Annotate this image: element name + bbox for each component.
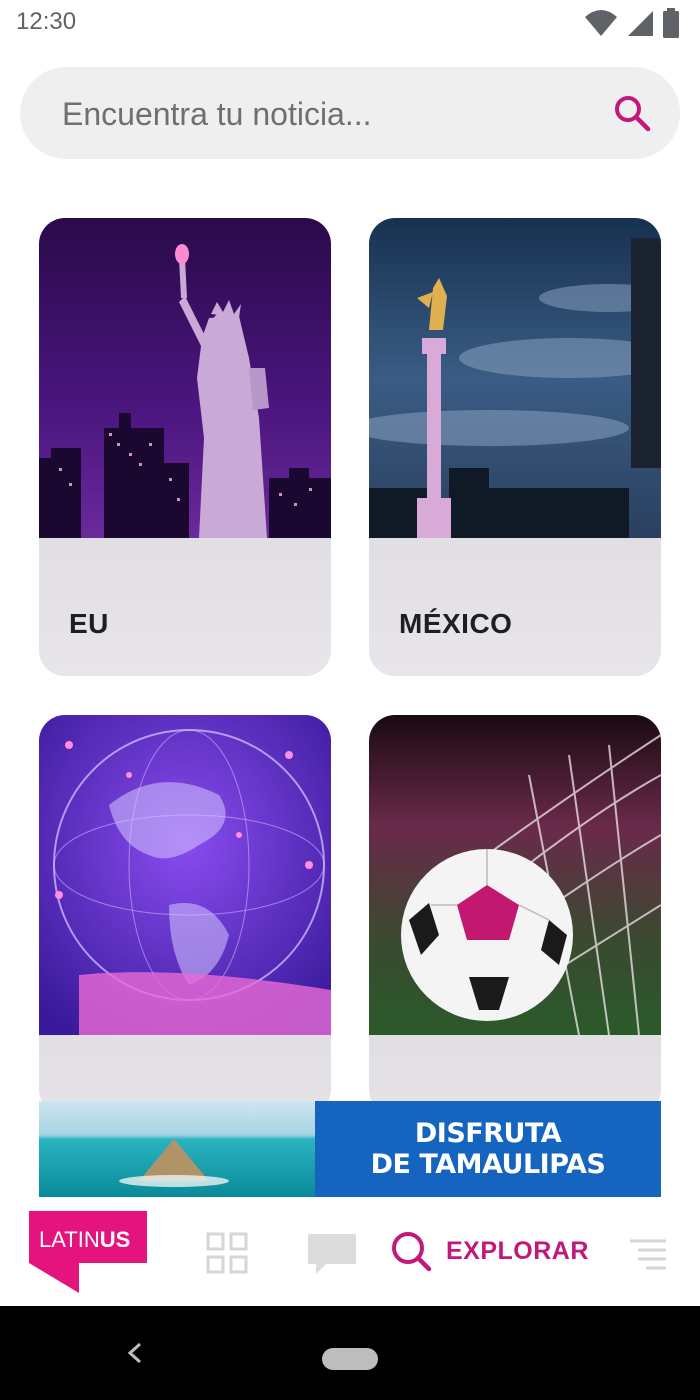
status-icons: [584, 8, 680, 38]
menu-icon[interactable]: [630, 1236, 666, 1272]
status-time: 12:30: [16, 8, 77, 35]
ad-banner[interactable]: DISFRUTA DE TAMAULIPAS: [39, 1101, 661, 1197]
back-icon[interactable]: [118, 1334, 152, 1372]
globe-image: [39, 715, 331, 1035]
latinus-logo[interactable]: LATINUS: [29, 1211, 149, 1295]
grid-icon[interactable]: [206, 1232, 248, 1274]
search-bar[interactable]: [20, 67, 680, 161]
logo-shape: LATINUS: [29, 1211, 147, 1293]
card-footer: [39, 538, 331, 676]
category-card-mexico[interactable]: MÉXICO: [369, 218, 661, 676]
ad-island-image: [39, 1101, 315, 1197]
nav-explore[interactable]: EXPLORAR: [390, 1230, 589, 1272]
chat-icon[interactable]: [308, 1234, 356, 1276]
wifi-icon: [585, 10, 617, 36]
category-card-eu[interactable]: EU: [39, 218, 331, 676]
category-label: EU: [69, 608, 109, 639]
category-card-sports[interactable]: [369, 715, 661, 1115]
svg-text:LATINUS: LATINUS: [39, 1227, 130, 1252]
angel-independencia-image: [369, 218, 661, 538]
ad-line-1: DISFRUTA: [414, 1118, 562, 1149]
soccer-ball-image: [369, 715, 661, 1035]
home-button[interactable]: [322, 1348, 378, 1370]
search-input[interactable]: [60, 67, 604, 161]
search-icon[interactable]: [612, 93, 652, 133]
signal-icon: [628, 11, 653, 36]
category-label: MÉXICO: [399, 608, 513, 639]
search-icon: [392, 1232, 432, 1272]
card-footer: [369, 538, 661, 676]
battery-icon: [663, 8, 679, 38]
system-nav-bar: [0, 1306, 700, 1400]
ad-line-2: DE TAMAULIPAS: [370, 1149, 606, 1180]
nav-explore-label: EXPLORAR: [446, 1236, 589, 1265]
ad-text-panel: DISFRUTA DE TAMAULIPAS: [315, 1101, 661, 1197]
status-bar: 12:30: [0, 0, 700, 48]
statue-of-liberty-image: [39, 218, 331, 538]
category-card-world[interactable]: [39, 715, 331, 1115]
bottom-nav: LATINUS EXPLORAR: [0, 1200, 700, 1306]
